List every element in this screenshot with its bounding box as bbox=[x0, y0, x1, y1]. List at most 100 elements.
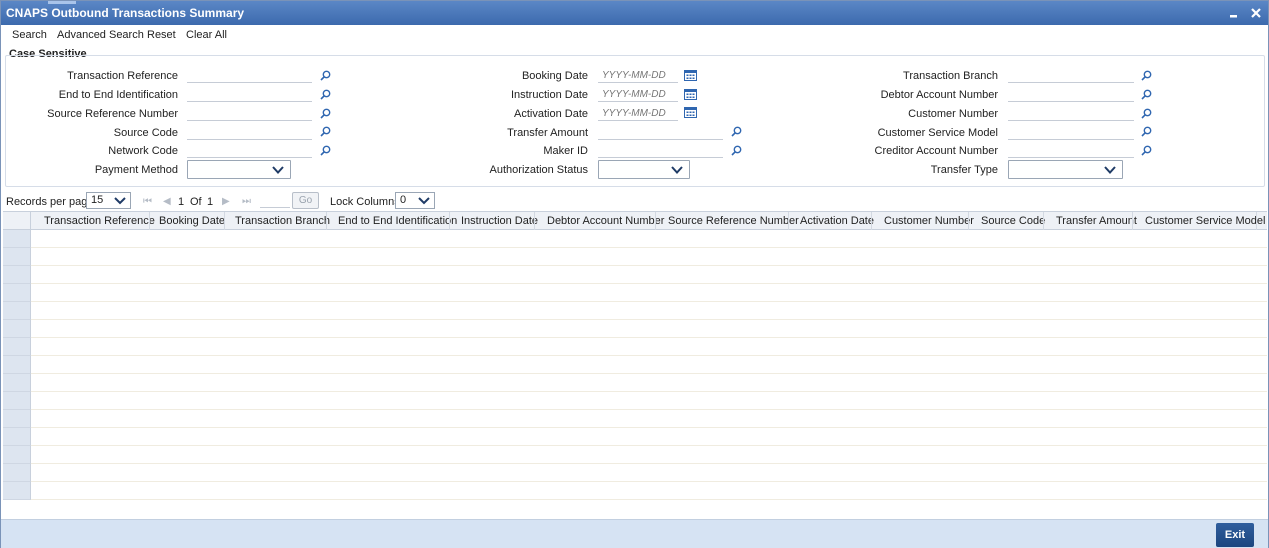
row-header-cell[interactable] bbox=[3, 356, 31, 374]
column-header[interactable]: Booking Date bbox=[159, 215, 225, 227]
advanced-search-menu-item[interactable]: Advanced Search bbox=[57, 29, 144, 41]
first-page-icon[interactable]: ⏮ bbox=[143, 196, 152, 207]
row-header-cell[interactable] bbox=[3, 230, 31, 248]
table-row[interactable] bbox=[3, 338, 1267, 356]
calendar-icon[interactable] bbox=[684, 88, 697, 100]
payment-method-select[interactable] bbox=[187, 160, 291, 179]
minimize-icon[interactable] bbox=[1225, 4, 1243, 22]
transfer-amount-input[interactable] bbox=[598, 125, 723, 140]
table-row[interactable] bbox=[3, 410, 1267, 428]
column-header[interactable]: Transaction Reference bbox=[44, 215, 155, 227]
last-page-icon[interactable]: ⏭ bbox=[242, 196, 251, 207]
customer-service-model-label: Customer Service Model bbox=[877, 127, 998, 139]
table-row[interactable] bbox=[3, 446, 1267, 464]
calendar-icon[interactable] bbox=[684, 69, 697, 81]
go-button[interactable]: Go bbox=[292, 192, 319, 209]
creditor-account-number-input[interactable] bbox=[1008, 143, 1134, 158]
search-icon[interactable] bbox=[320, 145, 331, 156]
activation-date-input[interactable] bbox=[598, 106, 678, 121]
lock-columns-value: 0 bbox=[400, 194, 407, 206]
table-row[interactable] bbox=[3, 230, 1267, 248]
row-header-cell[interactable] bbox=[3, 302, 31, 320]
row-header-cell[interactable] bbox=[3, 248, 31, 266]
close-icon[interactable] bbox=[1247, 4, 1265, 22]
table-row[interactable] bbox=[3, 248, 1267, 266]
search-icon[interactable] bbox=[731, 145, 742, 156]
source-reference-number-input[interactable] bbox=[187, 106, 312, 121]
search-icon[interactable] bbox=[1141, 89, 1152, 100]
search-icon[interactable] bbox=[1141, 70, 1152, 81]
search-menu-item[interactable]: Search bbox=[12, 29, 47, 41]
transfer-amount-label: Transfer Amount bbox=[507, 127, 588, 139]
source-code-input[interactable] bbox=[187, 125, 312, 140]
exit-button[interactable]: Exit bbox=[1216, 523, 1254, 547]
table-row[interactable] bbox=[3, 266, 1267, 284]
table-row[interactable] bbox=[3, 482, 1267, 500]
records-per-page-select[interactable]: 15 bbox=[86, 192, 131, 209]
search-icon[interactable] bbox=[731, 126, 742, 137]
row-header-cell[interactable] bbox=[3, 266, 31, 284]
column-header[interactable]: Debtor Account Number bbox=[547, 215, 664, 227]
row-header-cell[interactable] bbox=[3, 446, 31, 464]
previous-page-icon[interactable]: ◀ bbox=[163, 196, 171, 207]
booking-date-input[interactable] bbox=[598, 68, 678, 83]
app-window: CNAPS Outbound Transactions Summary Sear… bbox=[0, 0, 1269, 548]
row-header-cell[interactable] bbox=[3, 464, 31, 482]
row-header-cell[interactable] bbox=[3, 392, 31, 410]
clear-all-menu-item[interactable]: Clear All bbox=[186, 29, 227, 41]
search-icon[interactable] bbox=[1141, 145, 1152, 156]
reset-menu-item[interactable]: Reset bbox=[147, 29, 176, 41]
next-page-icon[interactable]: ▶ bbox=[222, 196, 230, 207]
column-header[interactable]: End to End Identification bbox=[338, 215, 457, 227]
row-header-cell[interactable] bbox=[3, 428, 31, 446]
row-header-cell[interactable] bbox=[3, 284, 31, 302]
table-row[interactable] bbox=[3, 320, 1267, 338]
column-header[interactable]: Instruction Date bbox=[461, 215, 538, 227]
maker-id-input[interactable] bbox=[598, 143, 723, 158]
table-row[interactable] bbox=[3, 464, 1267, 482]
debtor-account-number-input[interactable] bbox=[1008, 87, 1134, 102]
table-row[interactable] bbox=[3, 284, 1267, 302]
end-to-end-identification-label: End to End Identification bbox=[58, 89, 178, 101]
transaction-reference-input[interactable] bbox=[187, 68, 312, 83]
window-title: CNAPS Outbound Transactions Summary bbox=[6, 6, 245, 20]
end-to-end-identification-input[interactable] bbox=[187, 87, 312, 102]
search-icon[interactable] bbox=[320, 108, 331, 119]
lock-columns-select[interactable]: 0 bbox=[395, 192, 435, 209]
row-header-cell[interactable] bbox=[3, 374, 31, 392]
customer-number-input[interactable] bbox=[1008, 106, 1134, 121]
source-code-label: Source Code bbox=[113, 127, 178, 139]
column-header[interactable]: Transaction Branch bbox=[235, 215, 330, 227]
row-header-cell[interactable] bbox=[3, 338, 31, 356]
network-code-input[interactable] bbox=[187, 143, 312, 158]
search-icon[interactable] bbox=[320, 89, 331, 100]
pagination-bar: Records per page 15 ⏮ ◀ 1 Of 1 ▶ ⏭ Lock … bbox=[1, 190, 1268, 212]
transaction-branch-input[interactable] bbox=[1008, 68, 1134, 83]
results-grid: Transaction Reference Booking Date Trans… bbox=[3, 211, 1267, 500]
search-icon[interactable] bbox=[320, 126, 331, 137]
page-number-input[interactable] bbox=[260, 193, 290, 208]
column-header[interactable]: Customer Number bbox=[884, 215, 974, 227]
transfer-type-select[interactable] bbox=[1008, 160, 1123, 179]
column-header[interactable]: Activation Date bbox=[800, 215, 874, 227]
search-icon[interactable] bbox=[320, 70, 331, 81]
instruction-date-input[interactable] bbox=[598, 87, 678, 102]
row-header-cell[interactable] bbox=[3, 320, 31, 338]
table-row[interactable] bbox=[3, 374, 1267, 392]
column-header[interactable]: Source Code bbox=[981, 215, 1045, 227]
search-icon[interactable] bbox=[1141, 108, 1152, 119]
table-row[interactable] bbox=[3, 428, 1267, 446]
table-row[interactable] bbox=[3, 302, 1267, 320]
authorization-status-select[interactable] bbox=[598, 160, 690, 179]
column-header[interactable]: Customer Service Model bbox=[1145, 215, 1265, 227]
booking-date-label: Booking Date bbox=[521, 70, 588, 82]
column-header[interactable]: Transfer Amount bbox=[1056, 215, 1137, 227]
row-header-cell[interactable] bbox=[3, 410, 31, 428]
customer-service-model-input[interactable] bbox=[1008, 125, 1134, 140]
search-icon[interactable] bbox=[1141, 126, 1152, 137]
calendar-icon[interactable] bbox=[684, 106, 697, 118]
table-row[interactable] bbox=[3, 356, 1267, 374]
table-row[interactable] bbox=[3, 392, 1267, 410]
column-header[interactable]: Source Reference Number bbox=[668, 215, 799, 227]
row-header-cell[interactable] bbox=[3, 482, 31, 500]
